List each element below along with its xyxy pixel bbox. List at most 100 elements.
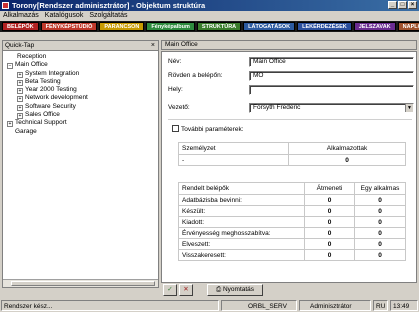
table-header-row: Személyzet Alkalmazottak <box>178 142 406 155</box>
name-label: Név: <box>168 58 182 65</box>
table-row[interactable]: - 0 <box>178 154 406 166</box>
tree-node-label: Network development <box>25 94 88 102</box>
window-controls: _ □ × <box>388 1 417 9</box>
status-message: Rendszer kész... <box>1 300 219 311</box>
short-name-label: Rövden a belépőn: <box>168 72 223 79</box>
location-label: Hely: <box>168 86 183 93</box>
expand-icon[interactable]: + <box>17 113 23 120</box>
table-row-label: Érvényesség meghosszabítva: <box>178 227 305 239</box>
tree-node[interactable]: + Year 2000 Testing <box>7 86 158 95</box>
tab-fenykepalbum[interactable]: Fényképalbum <box>146 22 195 31</box>
table-cell: 0 <box>354 227 406 239</box>
detail-panel-title: Main Office <box>165 41 198 48</box>
one-time-column-header: Egy alkalmas <box>354 182 406 195</box>
maximize-button[interactable]: □ <box>398 1 407 9</box>
expand-icon[interactable]: + <box>7 121 13 128</box>
printer-icon: ⎙ <box>215 286 222 293</box>
tab-jelszavak[interactable]: JELSZAVAK <box>353 22 396 31</box>
table-row[interactable]: Elveszett: 0 0 <box>178 238 406 250</box>
table-row[interactable]: Adatbázisba bevinni: 0 0 <box>178 194 406 206</box>
title-bar: Torony[Rendszer adminisztrátor] - Objekt… <box>0 0 419 11</box>
tree-node[interactable]: + Beta Testing <box>7 78 158 86</box>
current-user: Adminisztrátor <box>299 300 371 311</box>
expand-icon[interactable]: + <box>17 104 23 111</box>
menu-item-alkalmazas[interactable]: Alkalmazás <box>3 11 39 21</box>
table-row-label: Visszakeresett: <box>178 249 305 261</box>
more-params-checkbox[interactable]: További paraméterek: <box>172 125 244 133</box>
manager-select[interactable]: Forsyth Frederic ▼ <box>249 103 414 113</box>
table-cell: 0 <box>304 216 355 228</box>
tree-node[interactable]: + System Integration <box>7 70 158 78</box>
staff-column-header: Személyzet <box>178 142 289 155</box>
short-name-field[interactable]: MO <box>249 71 414 81</box>
expand-icon[interactable]: + <box>17 88 23 95</box>
more-params-label: További paraméterek: <box>181 126 244 133</box>
server-name: ORBL_SERV <box>221 300 297 311</box>
print-button[interactable]: ⎙ Nyomtatás <box>207 284 263 296</box>
clock: 13:49 <box>390 300 418 311</box>
expand-icon[interactable]: + <box>17 96 23 103</box>
minimize-button[interactable]: _ <box>388 1 397 9</box>
app-icon <box>2 2 9 9</box>
tree-panel-header: Quick-Tap × <box>3 41 158 51</box>
tab-latogatasok[interactable]: LÁTOGATÁSOK <box>243 22 296 31</box>
tab-belepok[interactable]: BELÉPŐK <box>2 22 39 31</box>
scrollbar-thumb[interactable] <box>11 281 155 286</box>
tree-node[interactable]: + Software Security <box>7 103 158 111</box>
menu-item-szolgaltatas[interactable]: Szolgáltatás <box>89 11 127 21</box>
table-cell: 0 <box>304 238 355 250</box>
access-cards-table: Rendelt belépők Átmeneti Egy alkalmas Ad… <box>178 182 406 261</box>
temporary-column-header: Átmeneti <box>304 182 355 195</box>
org-tree: Reception − Main Office + System Integrati… <box>3 51 158 136</box>
name-field[interactable]: Main Office <box>249 57 414 67</box>
table-row[interactable]: Érvényesség meghosszabítva: 0 0 <box>178 227 406 239</box>
tree-node[interactable]: + Sales Office <box>7 111 158 120</box>
collapse-icon[interactable]: − <box>7 63 13 70</box>
detail-panel: Név: Main Office Rövden a belépőn: MO He… <box>161 51 417 283</box>
table-row[interactable]: Visszakeresett: 0 0 <box>178 249 406 261</box>
table-row-label: Készült: <box>178 205 305 217</box>
close-button[interactable]: × <box>408 1 417 9</box>
expand-icon[interactable]: + <box>17 79 23 86</box>
tab-naplo[interactable]: NAPLÓ <box>397 22 419 31</box>
tree-panel-title: Quick-Tap <box>5 42 35 49</box>
manager-select-value: Forsyth Frederic <box>253 104 301 111</box>
chevron-down-icon[interactable]: ▼ <box>405 104 413 112</box>
ordered-cards-column-header: Rendelt belépők <box>178 182 305 195</box>
table-cell: 0 <box>304 205 355 217</box>
table-cell: 0 <box>304 227 355 239</box>
menu-item-katalogusok[interactable]: Katalógusok <box>45 11 84 21</box>
tree-node[interactable]: + Network development <box>7 94 158 103</box>
tab-fenykepstudio[interactable]: FÉNYKÉPSTÚDIÓ <box>40 22 98 31</box>
checkbox-box[interactable] <box>172 125 179 132</box>
table-row[interactable]: Kiadott: 0 0 <box>178 216 406 228</box>
module-tab-bar: BELÉPŐK FÉNYKÉPSTÚDIÓ PARANCSON Fényképa… <box>0 21 419 32</box>
tab-lekerdezesek[interactable]: LEKÉRDEZÉSEK <box>297 22 352 31</box>
tree-node[interactable]: + Technical Support <box>7 119 158 128</box>
expand-icon[interactable]: + <box>17 71 23 78</box>
tree-node-label: Sales Office <box>25 111 60 119</box>
tree-node-label: Technical Support <box>15 119 67 127</box>
tree-node[interactable]: − Main Office <box>7 61 158 70</box>
structure-tree-panel: Quick-Tap × Reception − Main Office + Syst… <box>2 40 159 288</box>
detail-panel-header: Main Office <box>161 40 417 50</box>
window-title: Torony[Rendszer adminisztrátor] - Objekt… <box>12 1 206 10</box>
table-row[interactable]: Készült: 0 0 <box>178 205 406 217</box>
menu-bar: Alkalmazás Katalógusok Szolgáltatás <box>0 11 419 21</box>
cancel-button[interactable]: ✕ <box>179 284 193 296</box>
table-cell: 0 <box>354 249 406 261</box>
tree-node[interactable]: Garage <box>7 128 158 136</box>
close-panel-icon[interactable]: × <box>151 41 155 51</box>
table-cell: 0 <box>354 216 406 228</box>
location-field[interactable] <box>249 85 414 95</box>
language-indicator: RU <box>373 300 388 311</box>
tree-node-label: Beta Testing <box>25 77 61 85</box>
tab-struktura[interactable]: STRUKTÚRA <box>196 22 242 31</box>
tree-node[interactable]: Reception <box>7 53 158 61</box>
ok-button[interactable]: ✓ <box>163 284 177 296</box>
employees-column-header: Alkalmazottak <box>288 142 406 155</box>
tab-parancson[interactable]: PARANCSON <box>99 22 145 31</box>
status-bar: Rendszer kész... ORBL_SERV Adminisztráto… <box>0 299 419 312</box>
tree-node-label: Year 2000 Testing <box>25 86 77 94</box>
tree-horizontal-scrollbar[interactable] <box>3 279 158 287</box>
